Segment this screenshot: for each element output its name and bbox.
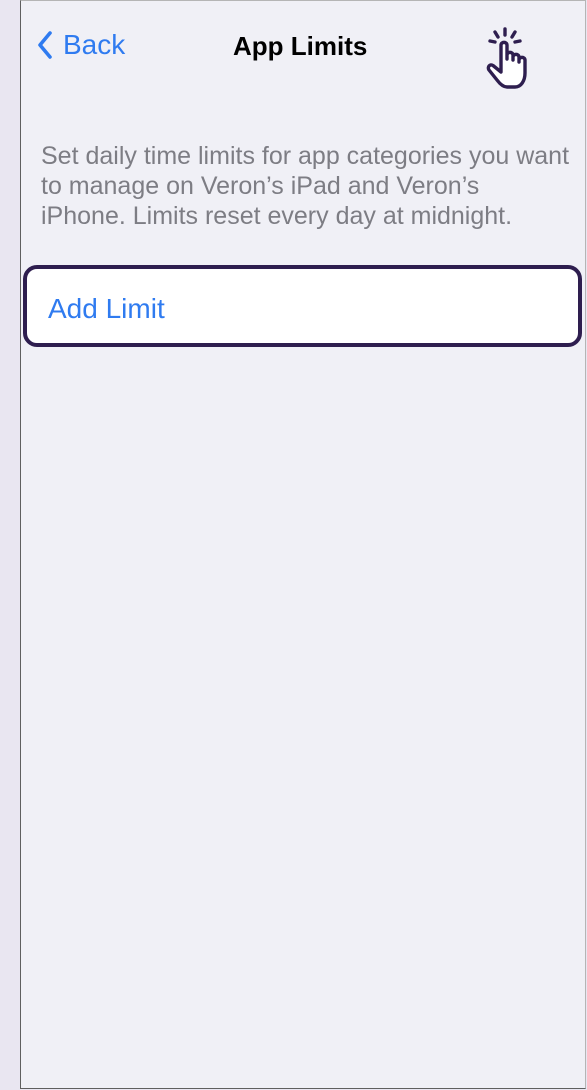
page-background: Back App Limits Set daily time limits fo… (0, 0, 587, 1090)
description-text: Set daily time limits for app categories… (41, 142, 570, 230)
app-limits-screen: Back App Limits Set daily time limits fo… (20, 0, 586, 1089)
add-limit-label: Add Limit (48, 293, 165, 324)
page-title: App Limits (233, 31, 368, 61)
back-button[interactable]: Back (37, 29, 125, 61)
back-label: Back (63, 29, 126, 60)
add-limit-button[interactable]: Add Limit (23, 265, 582, 347)
chevron-left-icon (37, 31, 53, 59)
tap-hand-icon (473, 11, 537, 91)
